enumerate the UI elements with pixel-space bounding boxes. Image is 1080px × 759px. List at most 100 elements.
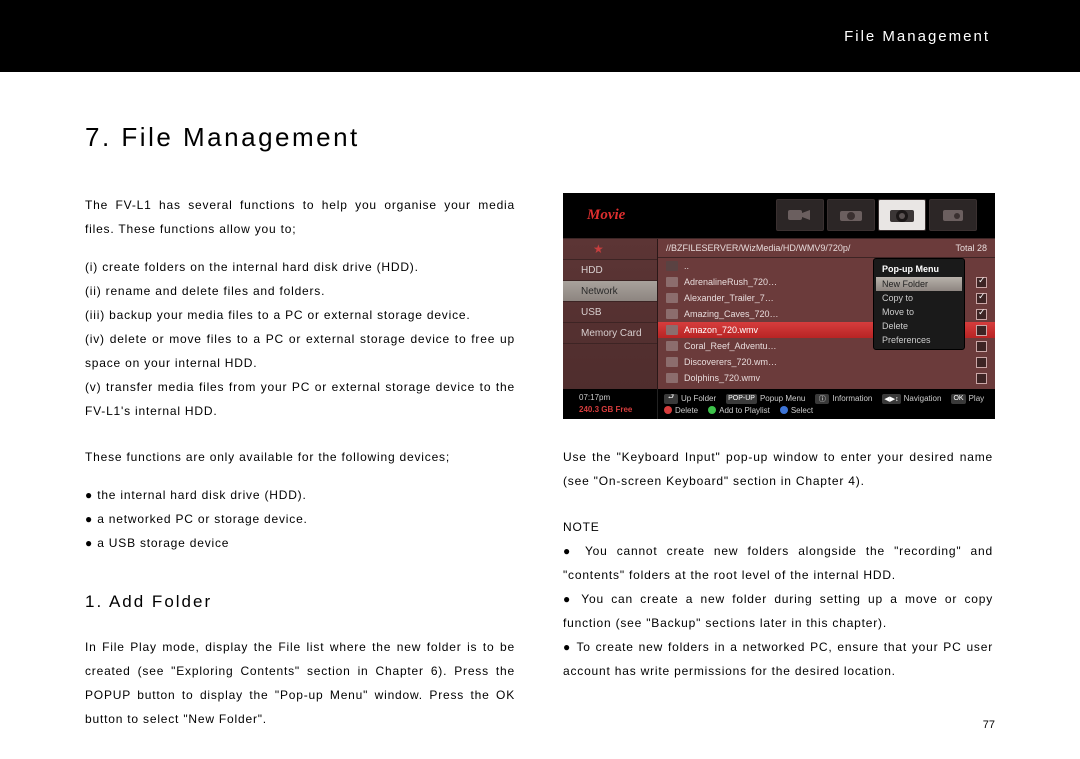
info-key-icon: ⓘ: [815, 394, 829, 404]
hint-info: ⓘInformation: [815, 394, 872, 404]
hint-delete: Delete: [664, 406, 698, 415]
folder-up-icon: [666, 261, 678, 271]
ss-category-label: Movie: [587, 207, 625, 224]
ss-free-space: 240.3 GB Free: [579, 404, 657, 416]
ss-file-row[interactable]: Discoverers_720.wm…: [658, 354, 995, 370]
ss-total-count: Total 28: [955, 243, 987, 253]
ss-popup-preferences[interactable]: Preferences: [876, 333, 962, 347]
point-i: (i) create folders on the internal hard …: [85, 255, 515, 279]
ss-popup-move-to[interactable]: Move to: [876, 305, 962, 319]
ss-side-usb[interactable]: USB: [563, 302, 657, 323]
add-folder-paragraph: In File Play mode, display the File list…: [85, 635, 515, 731]
ss-popup-delete[interactable]: Delete: [876, 319, 962, 333]
ss-bottom-bar: 07:17pm 240.3 GB Free ⮐Up Folder POP-UPP…: [563, 389, 995, 419]
header-bar: File Management: [0, 0, 1080, 72]
green-key-icon: [708, 406, 716, 414]
ss-status: 07:17pm 240.3 GB Free: [563, 389, 658, 419]
ss-filename: AdrenalineRush_720…: [684, 277, 777, 287]
ss-side-favorites[interactable]: ★: [563, 239, 657, 260]
hint-nav: ◀▶↕ Navigation: [882, 394, 941, 404]
point-iv: (iv) delete or move files to a PC or ext…: [85, 327, 515, 375]
photo-camera-icon[interactable]: [827, 199, 875, 231]
point-ii: (ii) rename and delete files and folders…: [85, 279, 515, 303]
ss-popup-menu: Pop-up Menu New Folder Copy to Move to D…: [873, 258, 965, 350]
left-column: The FV-L1 has several functions to help …: [85, 193, 515, 731]
ss-filename: Discoverers_720.wm…: [684, 357, 777, 367]
ss-popup-title: Pop-up Menu: [876, 261, 962, 277]
page-number: 77: [983, 719, 995, 731]
hint-popup: POP-UPPopup Menu: [726, 394, 805, 404]
ss-side-hdd[interactable]: HDD: [563, 260, 657, 281]
hint-play: OK Play: [951, 394, 984, 404]
ss-file-area: //BZFILESERVER/WizMedia/HD/WMV9/720p/ To…: [658, 239, 995, 389]
checkbox-icon[interactable]: [976, 341, 987, 352]
compact-camera-icon[interactable]: [929, 199, 977, 231]
chapter-title: 7. File Management: [85, 122, 995, 153]
hint-label: Popup Menu: [760, 394, 805, 403]
red-key-icon: [664, 406, 672, 414]
checkbox-icon[interactable]: [976, 309, 987, 320]
checkbox-icon[interactable]: [976, 325, 987, 336]
device-screenshot: Movie ★ HDD Network USB Memory Card: [563, 193, 995, 419]
point-v: (v) transfer media files from your PC or…: [85, 375, 515, 423]
ss-side-network[interactable]: Network: [563, 281, 657, 302]
devices-intro: These functions are only available for t…: [85, 445, 515, 469]
subsection-title: 1. Add Folder: [85, 585, 515, 619]
hint-select: Select: [780, 406, 813, 415]
ss-side-memorycard[interactable]: Memory Card: [563, 323, 657, 344]
note-1: You cannot create new folders alongside …: [563, 539, 993, 587]
right-column: Movie ★ HDD Network USB Memory Card: [563, 193, 993, 731]
hint-label: Up Folder: [681, 394, 716, 403]
ss-file-row[interactable]: Dolphins_720.wmv: [658, 370, 995, 386]
ss-popup-copy-to[interactable]: Copy to: [876, 291, 962, 305]
keyboard-paragraph: Use the "Keyboard Input" pop-up window t…: [563, 445, 993, 493]
ss-filename: Alexander_Trailer_7…: [684, 293, 774, 303]
checkbox-icon[interactable]: [976, 373, 987, 384]
ss-hints: ⮐Up Folder POP-UPPopup Menu ⓘInformation…: [658, 389, 995, 419]
ss-top-row: Movie: [563, 193, 995, 238]
header-section-title: File Management: [844, 28, 990, 45]
blue-key-icon: [780, 406, 788, 414]
file-icon: [666, 373, 678, 383]
hint-label: Play: [969, 394, 985, 403]
return-key-icon: ⮐: [664, 394, 678, 404]
checkbox-icon[interactable]: [976, 357, 987, 368]
device-network: a networked PC or storage device.: [85, 507, 515, 531]
ss-category-icons: [776, 199, 977, 231]
hint-label: Delete: [675, 406, 698, 415]
file-icon: [666, 325, 678, 335]
popup-key-icon: POP-UP: [726, 394, 757, 404]
ss-filename: Dolphins_720.wmv: [684, 373, 760, 383]
dslr-icon[interactable]: [878, 199, 926, 231]
point-iii: (iii) backup your media files to a PC or…: [85, 303, 515, 327]
file-icon: [666, 277, 678, 287]
file-icon: [666, 309, 678, 319]
camcorder-icon[interactable]: [776, 199, 824, 231]
ss-popup-new-folder[interactable]: New Folder: [876, 277, 962, 291]
note-2: You can create a new folder during setti…: [563, 587, 993, 635]
hint-playlist: Add to Playlist: [708, 406, 770, 415]
note-label: NOTE: [563, 515, 993, 539]
ss-filename: Amazon_720.wmv: [684, 325, 758, 335]
hint-label: Select: [791, 406, 813, 415]
device-hdd: the internal hard disk drive (HDD).: [85, 483, 515, 507]
nav-key-icon: ◀▶↕: [882, 394, 900, 404]
file-icon: [666, 293, 678, 303]
ok-key-icon: OK: [951, 394, 965, 404]
file-icon: [666, 357, 678, 367]
checkbox-icon[interactable]: [976, 293, 987, 304]
device-usb: a USB storage device: [85, 531, 515, 555]
note-3: To create new folders in a networked PC,…: [563, 635, 993, 683]
hint-label: Information: [832, 394, 872, 403]
ss-time: 07:17pm: [579, 392, 657, 404]
ss-filename: ..: [684, 261, 689, 271]
checkbox-icon[interactable]: [976, 277, 987, 288]
hint-label: Navigation: [904, 394, 942, 403]
ss-filename: Coral_Reef_Adventu…: [684, 341, 777, 351]
hint-label: Add to Playlist: [719, 406, 770, 415]
intro-paragraph: The FV-L1 has several functions to help …: [85, 193, 515, 241]
file-icon: [666, 341, 678, 351]
ss-sidebar: ★ HDD Network USB Memory Card: [563, 239, 658, 389]
page-body: 7. File Management The FV-L1 has several…: [0, 72, 1080, 731]
ss-filename: Amazing_Caves_720…: [684, 309, 779, 319]
